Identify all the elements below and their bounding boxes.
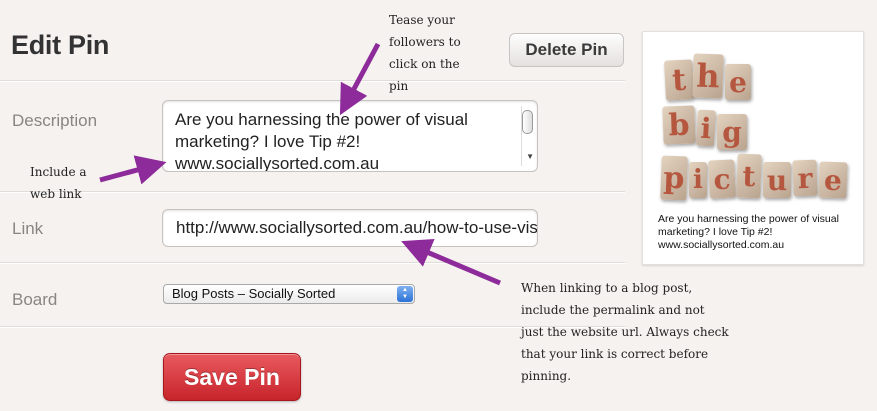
- arrow-permalink: [401, 239, 501, 286]
- arrow-weblink: [99, 155, 167, 185]
- arrow-tease: [339, 42, 381, 116]
- annotation-arrows: [99, 42, 501, 286]
